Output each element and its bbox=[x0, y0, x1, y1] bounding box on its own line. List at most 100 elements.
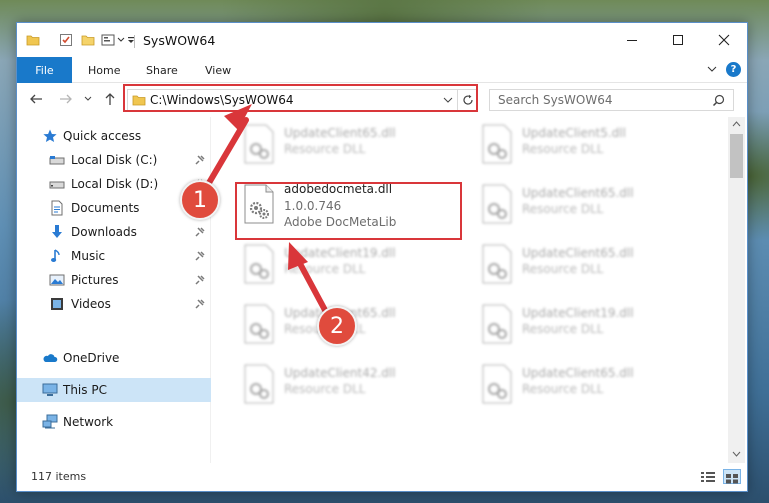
file-type: Resource DLL bbox=[522, 262, 604, 276]
sidebar-item-label: Downloads bbox=[71, 225, 137, 239]
navigation-pane: Quick access Local Disk (C:) Local Disk … bbox=[17, 117, 211, 463]
videos-icon bbox=[51, 298, 63, 310]
sidebar-item-music[interactable]: Music bbox=[17, 244, 211, 268]
list-item[interactable]: UpdateClient65.dll Resource DLL bbox=[236, 117, 456, 175]
list-item[interactable]: UpdateClient65.dll Resource DLL bbox=[474, 237, 694, 295]
up-arrow-icon[interactable] bbox=[103, 92, 117, 106]
recent-locations-icon[interactable] bbox=[84, 96, 92, 102]
sidebar-item-label: Local Disk (C:) bbox=[71, 153, 158, 167]
scrollbar-thumb[interactable] bbox=[730, 134, 743, 178]
sidebar-item-quick-access[interactable]: Quick access bbox=[17, 124, 211, 148]
sidebar-item-local-disk-c[interactable]: Local Disk (C:) bbox=[17, 148, 211, 172]
step-badge-1: 1 bbox=[180, 180, 220, 220]
dll-file-icon bbox=[244, 124, 274, 164]
rename-icon[interactable] bbox=[101, 33, 115, 47]
search-input[interactable]: Search SysWOW64 bbox=[498, 93, 612, 107]
file-name: UpdateClient65.dll bbox=[522, 246, 634, 260]
list-item[interactable]: UpdateClient19.dll Resource DLL bbox=[236, 237, 456, 295]
help-button[interactable]: ? bbox=[726, 62, 741, 77]
file-type: Resource DLL bbox=[284, 262, 366, 276]
sidebar-item-label: OneDrive bbox=[63, 351, 120, 365]
pin-icon[interactable] bbox=[195, 298, 206, 309]
file-type: Resource DLL bbox=[284, 382, 366, 396]
drive-icon bbox=[49, 156, 65, 165]
sidebar-item-videos[interactable]: Videos bbox=[17, 292, 211, 316]
details-view-icon[interactable] bbox=[700, 471, 716, 483]
tiles-view-button[interactable] bbox=[723, 469, 741, 484]
sidebar-item-label: Videos bbox=[71, 297, 111, 311]
file-name: UpdateClient19.dll bbox=[284, 246, 396, 260]
pin-icon[interactable] bbox=[195, 154, 206, 165]
sidebar-item-label: Documents bbox=[71, 201, 140, 215]
list-item[interactable]: UpdateClient19.dll Resource DLL bbox=[474, 297, 694, 355]
file-type: Resource DLL bbox=[522, 202, 604, 216]
tab-view[interactable]: View bbox=[205, 57, 231, 83]
dll-file-icon bbox=[244, 244, 274, 284]
file-list: UpdateClient65.dll Resource DLL adobedoc… bbox=[212, 117, 728, 463]
file-type: Resource DLL bbox=[522, 142, 604, 156]
maximize-icon bbox=[673, 35, 683, 45]
folder-icon[interactable] bbox=[26, 33, 40, 47]
tiles-view-icon bbox=[726, 474, 738, 484]
star-icon bbox=[43, 129, 57, 142]
step-badge-2: 2 bbox=[317, 306, 357, 346]
address-bar-highlight bbox=[123, 84, 478, 112]
forward-arrow-icon[interactable] bbox=[59, 92, 73, 106]
search-icon[interactable] bbox=[712, 94, 725, 107]
sidebar-item-this-pc[interactable]: This PC bbox=[17, 378, 211, 402]
status-bar: 117 items bbox=[17, 463, 747, 491]
documents-icon bbox=[51, 200, 63, 216]
sidebar-item-label: Network bbox=[63, 415, 114, 429]
network-icon bbox=[42, 414, 58, 429]
sidebar-item-downloads[interactable]: Downloads bbox=[17, 220, 211, 244]
sidebar-item-network[interactable]: Network bbox=[17, 410, 211, 434]
file-name: UpdateClient65.dll bbox=[522, 186, 634, 200]
title-bar: SysWOW64 bbox=[17, 23, 747, 57]
tab-share[interactable]: Share bbox=[146, 57, 178, 83]
sidebar-item-onedrive[interactable]: OneDrive bbox=[17, 346, 211, 370]
file-type: Resource DLL bbox=[522, 382, 604, 396]
sidebar-item-label: Music bbox=[71, 249, 106, 263]
minimize-button[interactable] bbox=[609, 23, 655, 57]
maximize-button[interactable] bbox=[655, 23, 701, 57]
list-item[interactable]: UpdateClient65.dll Resource DLL bbox=[474, 177, 694, 235]
file-name: UpdateClient42.dll bbox=[284, 366, 396, 380]
file-type: Resource DLL bbox=[284, 142, 366, 156]
sidebar-item-pictures[interactable]: Pictures bbox=[17, 268, 211, 292]
tab-home[interactable]: Home bbox=[88, 57, 120, 83]
computer-icon bbox=[42, 383, 58, 396]
chevron-down-icon[interactable] bbox=[117, 37, 125, 43]
sidebar-item-label: Pictures bbox=[71, 273, 119, 287]
file-name: UpdateClient19.dll bbox=[522, 306, 634, 320]
dll-file-icon bbox=[482, 244, 512, 284]
window-title: SysWOW64 bbox=[143, 33, 216, 48]
scroll-down-icon[interactable] bbox=[732, 451, 741, 457]
pin-icon[interactable] bbox=[195, 226, 206, 237]
file-name: UpdateClient65.dll bbox=[522, 366, 634, 380]
ribbon-tabs: File Home Share View ? bbox=[17, 57, 747, 83]
dll-file-icon bbox=[244, 304, 274, 344]
search-box[interactable]: Search SysWOW64 bbox=[489, 89, 734, 111]
close-button[interactable] bbox=[701, 23, 747, 57]
new-folder-icon[interactable] bbox=[81, 33, 95, 47]
file-name: UpdateClient65.dll bbox=[284, 126, 396, 140]
vertical-scrollbar[interactable] bbox=[728, 117, 745, 463]
dll-file-icon bbox=[482, 124, 512, 164]
dll-file-icon bbox=[482, 184, 512, 224]
properties-icon[interactable] bbox=[59, 33, 73, 47]
sidebar-item-label: Local Disk (D:) bbox=[71, 177, 159, 191]
scroll-up-icon[interactable] bbox=[732, 121, 741, 127]
pin-icon[interactable] bbox=[195, 250, 206, 261]
file-highlight bbox=[235, 182, 462, 240]
list-item[interactable]: UpdateClient42.dll Resource DLL bbox=[236, 357, 456, 415]
expand-ribbon-icon[interactable] bbox=[707, 66, 717, 73]
file-type: Resource DLL bbox=[522, 322, 604, 336]
cloud-icon bbox=[43, 354, 58, 362]
music-icon bbox=[51, 249, 60, 262]
tab-file[interactable]: File bbox=[17, 57, 72, 83]
dll-file-icon bbox=[482, 304, 512, 344]
list-item[interactable]: UpdateClient65.dll Resource DLL bbox=[474, 357, 694, 415]
back-arrow-icon[interactable] bbox=[29, 92, 43, 106]
list-item[interactable]: UpdateClient5.dll Resource DLL bbox=[474, 117, 694, 175]
pin-icon[interactable] bbox=[195, 274, 206, 285]
